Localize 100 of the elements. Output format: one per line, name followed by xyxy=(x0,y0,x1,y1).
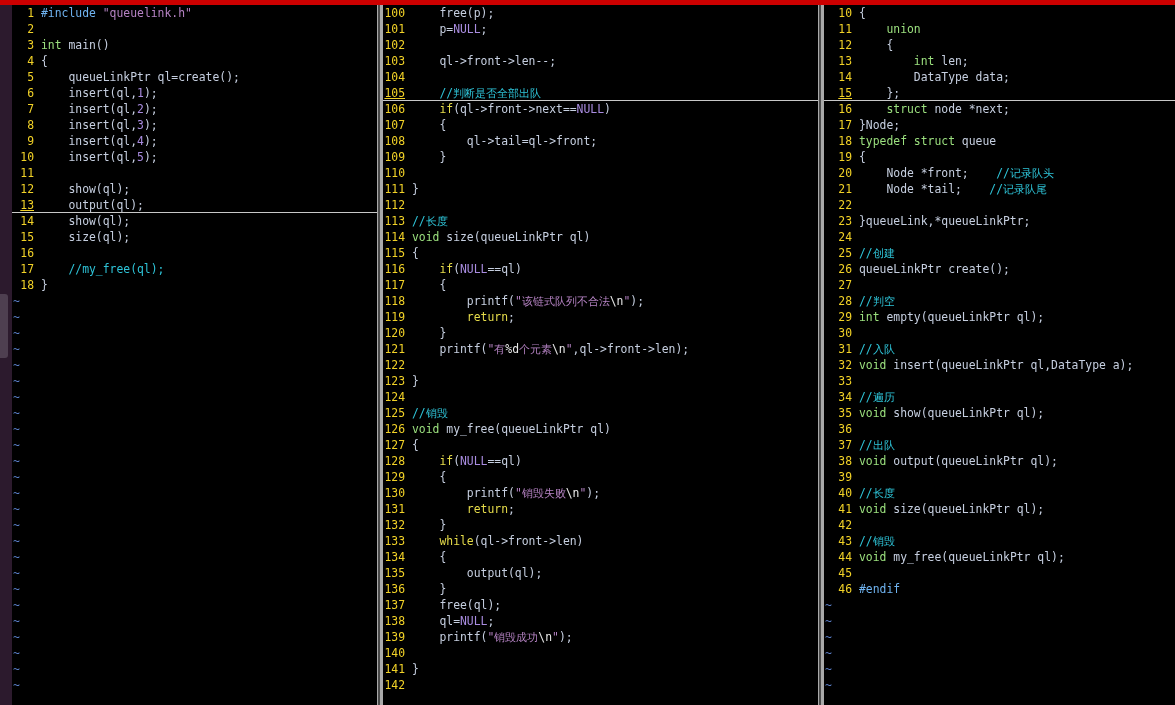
line-number: 29 xyxy=(837,309,852,325)
line-number: 134 xyxy=(384,549,405,565)
line-number: 141 xyxy=(384,661,405,677)
line-number: 114 xyxy=(384,229,405,245)
line-number: 38 xyxy=(837,453,852,469)
empty-line-marker: ~ xyxy=(13,293,20,309)
empty-line-marker: ~ xyxy=(13,581,20,597)
line-number: 33 xyxy=(837,373,852,389)
line-number: 21 xyxy=(837,181,852,197)
line-number: 45 xyxy=(837,565,852,581)
code-line: output(ql); xyxy=(465,565,543,581)
line-number: 102 xyxy=(384,37,405,53)
code-line: //长度 xyxy=(412,213,448,229)
line-number: 140 xyxy=(384,645,405,661)
line-number: 108 xyxy=(384,133,405,149)
line-number: 4 xyxy=(26,53,34,69)
empty-line-marker: ~ xyxy=(13,357,20,373)
line-number: 117 xyxy=(384,277,405,293)
line-number: 42 xyxy=(837,517,852,533)
line-number: 121 xyxy=(384,341,405,357)
code-line: show(ql); xyxy=(67,213,131,229)
empty-line-marker: ~ xyxy=(13,613,20,629)
code-line: insert(ql,4); xyxy=(67,133,158,149)
code-line: { xyxy=(438,117,447,133)
empty-line-marker: ~ xyxy=(13,389,20,405)
line-number: 2 xyxy=(26,21,34,37)
empty-line-marker: ~ xyxy=(13,469,20,485)
code-line: } xyxy=(438,325,447,341)
empty-line-marker: ~ xyxy=(13,677,20,693)
code-line: insert(ql,3); xyxy=(67,117,158,133)
line-number: 36 xyxy=(837,421,852,437)
line-number: 128 xyxy=(384,453,405,469)
line-number: 9 xyxy=(26,133,34,149)
line-number: 100 xyxy=(384,5,405,21)
code-line: //遍历 xyxy=(859,389,895,405)
code-line: int main() xyxy=(41,37,110,53)
code-line: }; xyxy=(885,84,901,101)
code-line: struct node *next; xyxy=(885,101,1010,117)
code-line: void output(queueLinkPtr ql); xyxy=(859,453,1058,469)
line-number: 39 xyxy=(837,469,852,485)
code-line: int len; xyxy=(912,53,969,69)
line-number: 106 xyxy=(384,101,405,117)
empty-line-marker: ~ xyxy=(825,645,832,661)
code-line: } xyxy=(412,373,419,389)
code-line: insert(ql,2); xyxy=(67,101,158,117)
code-line: void show(queueLinkPtr ql); xyxy=(859,405,1045,421)
code-line: insert(ql,5); xyxy=(67,149,158,165)
code-line: //销毁 xyxy=(412,405,448,421)
line-number: 126 xyxy=(384,421,405,437)
line-number: 8 xyxy=(26,117,34,133)
line-number: 23 xyxy=(837,213,852,229)
line-number: 132 xyxy=(384,517,405,533)
line-number: 119 xyxy=(384,309,405,325)
code-line: //my_free(ql); xyxy=(67,261,165,277)
line-number: 41 xyxy=(837,501,852,517)
code-line: printf("该链式队列不合法\n"); xyxy=(465,293,645,309)
empty-line-marker: ~ xyxy=(13,373,20,389)
line-number: 110 xyxy=(384,165,405,181)
empty-line-marker: ~ xyxy=(13,661,20,677)
code-line: //销毁 xyxy=(859,533,895,549)
empty-line-marker: ~ xyxy=(825,661,832,677)
code-line: void my_free(queueLinkPtr ql); xyxy=(859,549,1065,565)
code-line: Node *tail; //记录队尾 xyxy=(885,181,1048,197)
line-number: 139 xyxy=(384,629,405,645)
line-number: 120 xyxy=(384,325,405,341)
line-number: 28 xyxy=(837,293,852,309)
code-line: free(ql); xyxy=(438,597,502,613)
line-number: 18 xyxy=(19,277,34,293)
line-number: 137 xyxy=(384,597,405,613)
line-number: 1 xyxy=(26,5,34,21)
line-number: 44 xyxy=(837,549,852,565)
line-number: 15 xyxy=(19,229,34,245)
code-line: #include "queuelink.h" xyxy=(41,5,192,21)
code-line: ql=NULL; xyxy=(438,613,495,629)
code-line: if(NULL==ql) xyxy=(438,453,522,469)
code-line: show(ql); xyxy=(67,181,131,197)
line-number: 43 xyxy=(837,533,852,549)
line-number: 40 xyxy=(837,485,852,501)
code-line: { xyxy=(885,37,894,53)
line-number: 101 xyxy=(384,21,405,37)
empty-line-marker: ~ xyxy=(13,341,20,357)
line-number: 14 xyxy=(837,69,852,85)
code-line: { xyxy=(438,469,447,485)
line-number: 18 xyxy=(837,133,852,149)
code-line: { xyxy=(412,245,419,261)
code-line: } xyxy=(412,661,419,677)
line-number: 11 xyxy=(837,21,852,37)
scrollbar-thumb[interactable] xyxy=(0,294,8,358)
code-line: #endif xyxy=(859,581,901,597)
empty-line-marker: ~ xyxy=(825,597,832,613)
line-number: 17 xyxy=(837,117,852,133)
line-number: 16 xyxy=(837,101,852,117)
code-line: printf("有%d个元素\n",ql->front->len); xyxy=(438,341,690,357)
line-number: 34 xyxy=(837,389,852,405)
line-number: 116 xyxy=(384,261,405,277)
code-line: if(NULL==ql) xyxy=(438,261,522,277)
code-line: void size(queueLinkPtr ql); xyxy=(859,501,1045,517)
line-number: 118 xyxy=(384,293,405,309)
line-number: 37 xyxy=(837,437,852,453)
empty-line-marker: ~ xyxy=(13,325,20,341)
